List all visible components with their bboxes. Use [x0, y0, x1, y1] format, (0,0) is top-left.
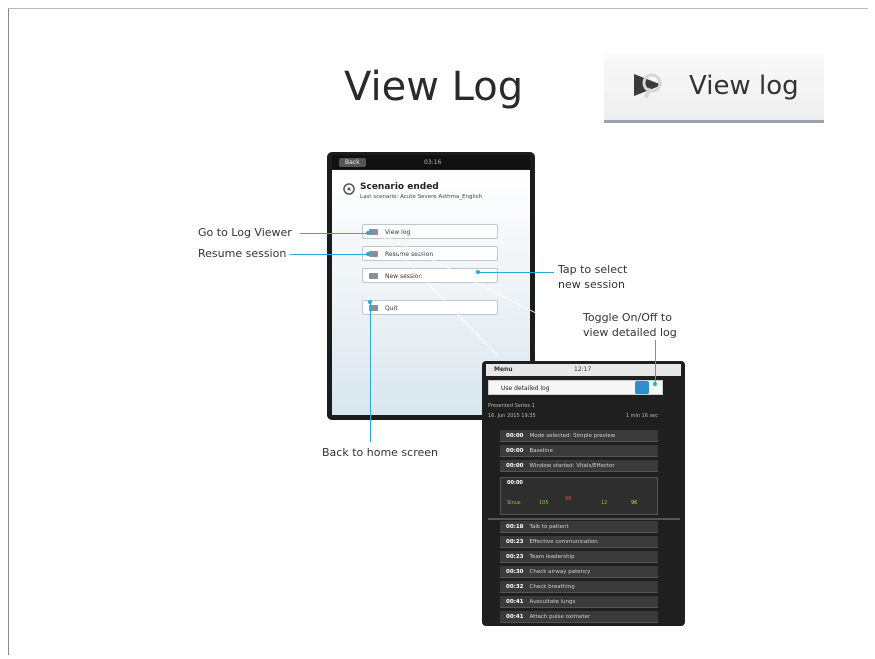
- menu-button-label: New session: [385, 273, 423, 280]
- log-status-bar: Menu 12:17: [486, 364, 681, 376]
- log-status-time: 12:17: [574, 366, 592, 373]
- log-duration: 1 min 16 sec: [625, 413, 658, 419]
- vital-resp-rate: 12: [601, 500, 608, 506]
- menu-button[interactable]: Menu: [494, 366, 513, 373]
- log-entry-time: 00:18: [506, 524, 524, 530]
- log-entry-time: 00:23: [506, 554, 524, 560]
- log-date: 16. Jun 2015 19:35: [488, 413, 536, 419]
- callout-line: Tap to select: [558, 263, 628, 276]
- log-entry-text: Baseline: [529, 448, 553, 454]
- log-entry[interactable]: 00:32 Check breathing: [500, 581, 658, 593]
- leader-dot: [366, 231, 370, 235]
- log-entry[interactable]: 00:41 Auscultate lungs: [500, 596, 658, 608]
- callout-go-to-log-viewer: Go to Log Viewer: [198, 226, 292, 239]
- vital-rhythm: Sinus: [507, 500, 521, 506]
- back-button[interactable]: Back: [339, 158, 366, 167]
- view-log-button-label: View log: [689, 71, 799, 101]
- leader-line: [478, 272, 554, 273]
- log-entry-time: 00:32: [506, 584, 524, 590]
- detailed-log-label: Use detailed log: [501, 385, 550, 392]
- log-entry[interactable]: 00:41 Attach pulse oximeter: [500, 611, 658, 623]
- log-entry-text: Check airway patency: [529, 569, 591, 575]
- log-divider: [488, 518, 680, 520]
- log-entry[interactable]: 00:00 Window started: Vitals/Effector: [500, 460, 658, 472]
- log-entry-time: 00:00: [506, 433, 524, 439]
- log-entry-time: 00:00: [506, 463, 524, 469]
- log-series-header: Presented Series 1: [488, 403, 535, 409]
- view-log-icon: [634, 73, 662, 99]
- quit-button[interactable]: Quit: [362, 300, 498, 315]
- log-entry[interactable]: 00:30 Check airway patency: [500, 566, 658, 578]
- callout-line: Toggle On/Off to: [583, 311, 672, 324]
- detailed-log-switch[interactable]: [635, 381, 649, 394]
- log-entry[interactable]: 00:23 Effective communication: [500, 536, 658, 548]
- log-entry-text: Window started: Vitals/Effector: [529, 463, 615, 469]
- callout-tap-to-select: Tap to select new session: [558, 262, 627, 292]
- vitals-entry[interactable]: 00:00 Sinus 105 98 12 96: [500, 477, 658, 515]
- log-entry-text: Auscultate lungs: [529, 599, 576, 605]
- vital-spo2: 96: [631, 500, 638, 506]
- log-entry[interactable]: 00:00 Baseline: [500, 445, 658, 457]
- log-entry-time: 00:23: [506, 539, 524, 545]
- view-log-small-icon: [369, 229, 378, 235]
- vital-heart-rate: 105: [539, 500, 549, 506]
- log-entry-text: Check breathing: [529, 584, 575, 590]
- callout-toggle: Toggle On/Off to view detailed log: [583, 310, 677, 340]
- leader-dot: [366, 252, 370, 256]
- callout-line: new session: [558, 278, 625, 291]
- log-entry-text: Talk to patient: [529, 524, 569, 530]
- scenario-subtitle: Last scenario: Acute Severe Asthma_Engli…: [360, 194, 482, 200]
- status-bar: Back 03:16: [332, 155, 530, 169]
- menu-button-label: View log: [385, 229, 411, 236]
- status-time: 03:16: [424, 159, 442, 166]
- scenario-title: Scenario ended: [360, 182, 439, 192]
- slide-title: View Log: [344, 64, 524, 110]
- view-log-button[interactable]: View log: [604, 54, 824, 123]
- callout-back-to-home: Back to home screen: [322, 446, 438, 459]
- vital-blood-pressure: 98: [565, 496, 572, 502]
- log-entry-time: 00:00: [506, 448, 524, 454]
- leader-dot: [653, 382, 657, 386]
- resume-icon: [369, 251, 378, 257]
- log-entry-time: 00:41: [506, 614, 524, 620]
- log-entry-text: Effective communication: [529, 539, 598, 545]
- leader-line: [655, 340, 656, 384]
- leader-line: [370, 302, 371, 442]
- leader-dot: [368, 300, 372, 304]
- log-entry[interactable]: 00:00 Mode selected: Simple preview: [500, 430, 658, 442]
- callout-resume-session: Resume session: [198, 247, 287, 260]
- new-session-icon: [369, 273, 378, 279]
- log-entry-time: 00:00: [507, 480, 523, 486]
- log-date-row: 16. Jun 2015 19:35 1 min 16 sec: [488, 413, 658, 419]
- leader-line: [300, 233, 368, 234]
- log-entry-text: Mode selected: Simple preview: [529, 433, 616, 439]
- log-entry[interactable]: 00:23 Team leadership: [500, 551, 658, 563]
- log-entry-text: Attach pulse oximeter: [529, 614, 591, 620]
- callout-line: view detailed log: [583, 326, 677, 339]
- tablet-log-viewer: Menu 12:17 Use detailed log Presented Se…: [482, 361, 685, 626]
- menu-button-label: Quit: [385, 305, 398, 312]
- leader-dot: [476, 270, 480, 274]
- log-entry[interactable]: 00:18 Talk to patient: [500, 521, 658, 533]
- scenario-icon: [343, 183, 355, 195]
- log-entry-time: 00:41: [506, 599, 524, 605]
- leader-line: [290, 254, 368, 255]
- log-entry-time: 00:30: [506, 569, 524, 575]
- log-entry-text: Team leadership: [529, 554, 575, 560]
